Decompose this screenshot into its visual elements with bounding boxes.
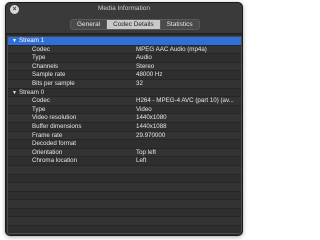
property-row[interactable]: Codec MPEG AAC Audio (mp4a) <box>8 45 241 55</box>
disclosure-triangle-icon[interactable]: ▼ <box>12 37 17 46</box>
tab-statistics[interactable]: Statistics <box>161 20 199 29</box>
tab-codec-details[interactable]: Codec Details <box>107 20 161 29</box>
property-row[interactable]: Decoded format <box>8 140 241 149</box>
tab-bar-area: General Codec Details Statistics <box>6 16 242 34</box>
property-row[interactable]: Codec H264 - MPEG-4 AVC (part 10) (av... <box>8 97 241 106</box>
property-row[interactable]: Channels Stereo <box>8 62 241 72</box>
stream-group-label: ▼ Stream 0 <box>12 89 44 98</box>
empty-row <box>8 200 241 209</box>
property-key: Orientation <box>32 148 63 156</box>
stream-name: Stream 1 <box>18 37 45 44</box>
property-key: Sample rate <box>32 71 66 79</box>
property-row[interactable]: Buffer dimensions 1440x1088 <box>8 123 241 132</box>
stream-group-label: ▼ Stream 1 <box>12 37 44 46</box>
tab-general[interactable]: General <box>71 20 108 29</box>
property-key: Bits per sample <box>32 79 75 87</box>
property-key: Video resolution <box>32 114 77 122</box>
property-row[interactable]: Type Audio <box>8 54 241 63</box>
stream-group-row[interactable]: ▼ Stream 1 <box>8 37 241 46</box>
property-row[interactable]: Chroma location Left <box>8 157 241 166</box>
property-value: Stereo <box>136 62 155 70</box>
property-value: 48000 Hz <box>136 71 163 79</box>
property-key: Decoded format <box>32 140 77 148</box>
empty-row <box>8 192 241 201</box>
media-information-window: × Media Information General Codec Detail… <box>5 2 243 236</box>
property-value: MPEG AAC Audio (mp4a) <box>136 45 207 53</box>
property-value: Video <box>136 105 152 113</box>
property-value: H264 - MPEG-4 AVC (part 10) (av... <box>136 97 234 105</box>
empty-row <box>8 165 241 175</box>
empty-row <box>8 175 241 184</box>
property-key: Chroma location <box>32 157 78 165</box>
property-key: Frame rate <box>32 131 63 139</box>
empty-row <box>8 183 241 192</box>
property-row[interactable]: Video resolution 1440x1080 <box>8 114 241 123</box>
empty-row <box>8 226 241 233</box>
property-row[interactable]: Orientation Top left <box>8 148 241 158</box>
property-key: Codec <box>32 97 50 105</box>
property-value: Audio <box>136 54 152 62</box>
property-value: 1440x1088 <box>136 122 167 130</box>
property-value: Left <box>136 157 147 165</box>
title-bar: × Media Information <box>6 3 242 16</box>
empty-row <box>8 209 241 218</box>
stream-name: Stream 0 <box>18 88 45 96</box>
disclosure-triangle-icon[interactable]: ▼ <box>12 89 17 98</box>
property-row[interactable]: Frame rate 29.970000 <box>8 131 241 141</box>
property-key: Type <box>32 105 46 113</box>
empty-row <box>8 217 241 227</box>
property-value: 29.970000 <box>136 131 166 139</box>
codec-details-list[interactable]: ▼ Stream 1 Codec MPEG AAC Audio (mp4a) Type A… <box>7 36 242 234</box>
window-title: Media Information <box>97 5 151 12</box>
stream-group-row[interactable]: ▼ Stream 0 <box>8 89 241 98</box>
property-row[interactable]: Type Video <box>8 106 241 115</box>
property-key: Codec <box>32 45 50 53</box>
property-key: Buffer dimensions <box>32 122 82 130</box>
property-value: Top left <box>136 148 156 156</box>
property-value: 32 <box>136 79 143 87</box>
property-value: 1440x1080 <box>136 114 167 122</box>
property-row[interactable]: Bits per sample 32 <box>8 79 241 89</box>
property-row[interactable]: Sample rate 48000 Hz <box>8 71 241 80</box>
property-key: Type <box>32 54 46 62</box>
tab-bar: General Codec Details Statistics <box>70 19 200 30</box>
property-key: Channels <box>32 62 59 70</box>
